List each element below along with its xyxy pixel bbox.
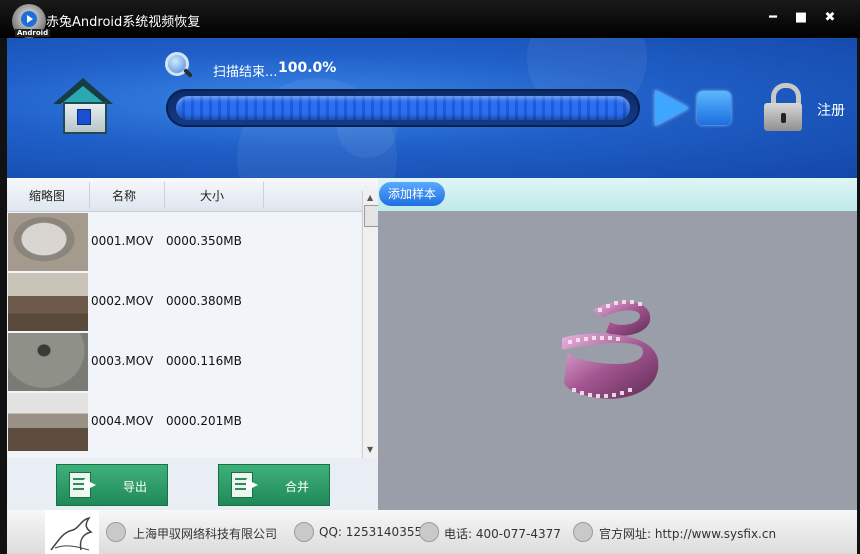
video-thumbnail — [8, 393, 88, 451]
file-size: 0000.116MB — [166, 354, 242, 368]
file-size: 0000.201MB — [166, 414, 242, 428]
video-thumbnail — [8, 333, 88, 391]
file-name: 0003.MOV — [91, 354, 154, 368]
close-button[interactable]: ✖ — [821, 10, 839, 26]
header-panel: 扫描结束... 100.0% 注册 — [7, 38, 857, 178]
play-circle-icon — [21, 11, 37, 27]
preview-toolbar: 添加样本 — [378, 178, 857, 211]
scan-progress-bar — [166, 89, 640, 127]
lock-keyhole — [781, 113, 786, 123]
minimize-button[interactable]: ━ — [764, 10, 782, 26]
column-divider — [89, 182, 90, 208]
search-handle — [183, 68, 193, 78]
company-name: 上海甲驭网络科技有限公司 — [133, 527, 278, 541]
file-row[interactable]: 0004.MOV 0000.201MB — [7, 392, 361, 452]
column-header-size[interactable]: 大小 — [200, 187, 224, 204]
company-logo-icon — [45, 510, 99, 554]
window-title: 赤兔Android系统视频恢复 — [46, 15, 201, 30]
play-button[interactable] — [655, 90, 691, 126]
app-icon-badge: Android — [15, 29, 51, 37]
export-arrow-icon — [84, 479, 96, 491]
add-sample-button[interactable]: 添加样本 — [379, 182, 445, 206]
file-row[interactable]: 0003.MOV 0000.116MB — [7, 332, 361, 392]
merge-arrow-icon — [246, 479, 258, 491]
search-icon — [165, 52, 193, 78]
file-list-header: 缩略图 名称 大小 — [7, 178, 378, 212]
export-button[interactable]: 导出 — [56, 464, 168, 506]
file-list: 0001.MOV 0000.350MB 0002.MOV 0000.380MB … — [7, 212, 361, 458]
globe-icon — [573, 522, 593, 542]
file-name: 0001.MOV — [91, 234, 154, 248]
scroll-down-arrow-icon[interactable]: ▼ — [367, 445, 373, 454]
home-door-shape — [77, 109, 91, 125]
title-bar: Android 赤兔Android系统视频恢复 ━ ■ ✖ — [0, 0, 860, 38]
lock-icon[interactable] — [762, 83, 804, 133]
merge-label: 合并 — [285, 480, 310, 494]
building-icon — [106, 522, 126, 542]
scroll-thumb[interactable] — [364, 205, 379, 227]
website-link[interactable]: 官方网址: http://www.sysfix.cn — [599, 525, 776, 542]
qq-penguin-icon — [294, 522, 314, 542]
phone-number: 电话: 400-077-4377 — [444, 527, 561, 541]
video-thumbnail — [8, 273, 88, 331]
preview-panel: 添加样本 — [378, 178, 857, 510]
file-size: 0000.380MB — [166, 294, 242, 308]
column-divider — [263, 182, 264, 208]
app-logo-icon: Android — [12, 4, 51, 38]
file-name: 0004.MOV — [91, 414, 154, 428]
file-size: 0000.350MB — [166, 234, 242, 248]
column-header-name[interactable]: 名称 — [112, 187, 136, 204]
merge-button[interactable]: 合并 — [218, 464, 330, 506]
app-window: Android 赤兔Android系统视频恢复 ━ ■ ✖ 扫描结束... 10… — [0, 0, 860, 554]
stop-button[interactable] — [697, 91, 731, 125]
qq-number: QQ: 1253140355 — [319, 525, 423, 539]
scan-status-label: 扫描结束... — [213, 65, 278, 80]
column-divider — [164, 182, 165, 208]
export-label: 导出 — [123, 480, 148, 494]
file-row[interactable]: 0001.MOV 0000.350MB — [7, 212, 361, 272]
file-list-scrollbar[interactable]: ▲ ▼ — [362, 191, 379, 458]
file-list-panel: 缩略图 名称 大小 0001.MOV 0000.350MB 0002.MOV 0… — [7, 178, 379, 510]
scan-progress-fill — [176, 96, 630, 120]
register-link[interactable]: 注册 — [817, 100, 845, 120]
home-button[interactable] — [51, 74, 115, 138]
phone-icon — [419, 522, 439, 542]
video-thumbnail — [8, 213, 88, 271]
maximize-button[interactable]: ■ — [792, 10, 810, 26]
column-header-thumbnail[interactable]: 缩略图 — [29, 187, 65, 204]
footer-bar: 上海甲驭网络科技有限公司 QQ: 1253140355 电话: 400-077-… — [7, 510, 857, 554]
film-reel-icon — [562, 300, 659, 399]
scroll-up-arrow-icon[interactable]: ▲ — [367, 193, 373, 202]
file-row[interactable]: 0002.MOV 0000.380MB — [7, 272, 361, 332]
file-name: 0002.MOV — [91, 294, 154, 308]
scan-percent: 100.0% — [278, 60, 337, 76]
